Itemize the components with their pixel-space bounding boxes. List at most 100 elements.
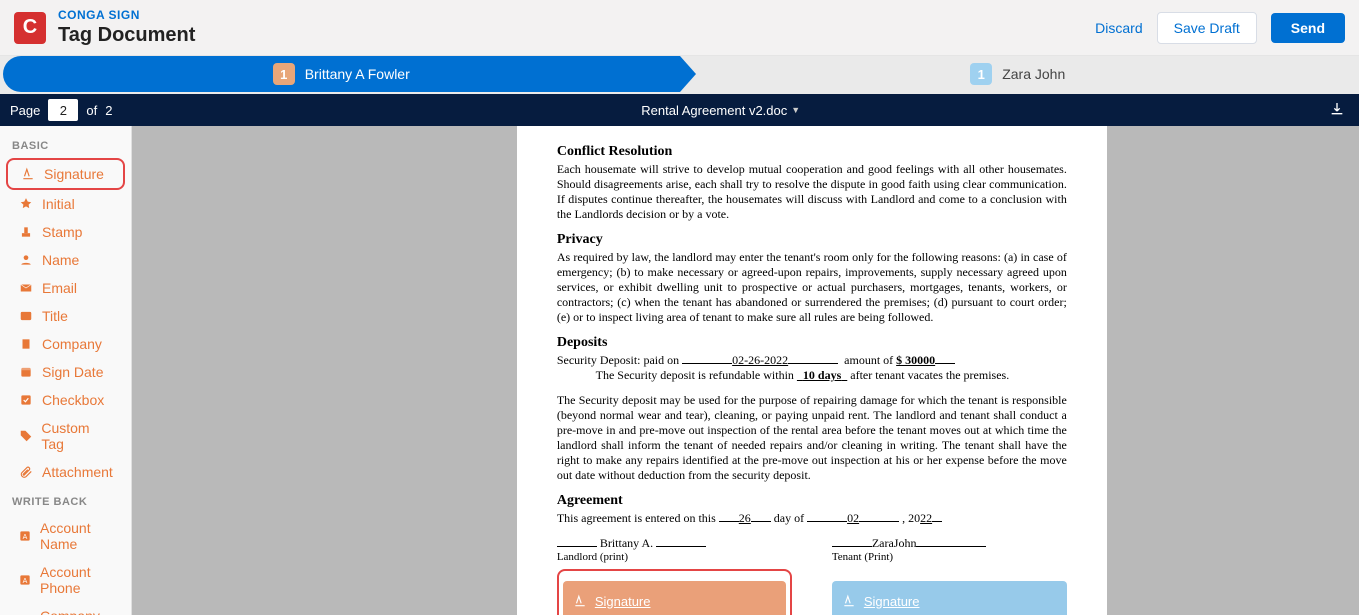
- sidebar: BASIC Signature Initial Stamp Name Email: [0, 126, 132, 615]
- signature-icon: [20, 167, 36, 181]
- doc-bar: Page of 2 Rental Agreement v2.doc ▼: [0, 94, 1359, 126]
- tenant-name: ZaraJohn: [872, 536, 917, 550]
- wb-account-name[interactable]: A Account Name: [6, 514, 125, 558]
- left-gutter: [132, 126, 412, 615]
- svg-text:A: A: [23, 534, 28, 541]
- wb-account-phone[interactable]: A Account Phone: [6, 558, 125, 602]
- dep-refund-post: after tenant vacates the premises.: [850, 368, 1009, 382]
- deposit-line: Security Deposit: paid on 02-26-2022 amo…: [557, 353, 1067, 383]
- tag-name[interactable]: Name: [6, 246, 125, 274]
- tenant-signature-field[interactable]: Signature: [832, 581, 1067, 615]
- dep-date: 02-26-2022: [732, 353, 788, 367]
- tag-email-label: Email: [42, 280, 77, 296]
- sidebar-scroll[interactable]: BASIC Signature Initial Stamp Name Email: [0, 126, 131, 615]
- agree-pre: This agreement is entered on this: [557, 511, 716, 525]
- page-wrap[interactable]: Conflict Resolution Each housemate will …: [412, 126, 1212, 615]
- app-name: CONGA SIGN: [58, 8, 1095, 22]
- tag-custom[interactable]: Custom Tag: [6, 414, 125, 458]
- id-icon: [18, 309, 34, 323]
- app-logo: C: [14, 12, 46, 44]
- download-icon: [1329, 101, 1345, 117]
- agree-month: 02: [847, 511, 859, 525]
- dep-label: Security Deposit: paid on: [557, 353, 679, 367]
- save-draft-button[interactable]: Save Draft: [1157, 12, 1257, 44]
- discard-button[interactable]: Discard: [1095, 20, 1142, 36]
- recipient-2[interactable]: 1 Zara John: [680, 56, 1357, 92]
- page-input[interactable]: [48, 99, 78, 121]
- main: BASIC Signature Initial Stamp Name Email: [0, 126, 1359, 615]
- heading-deposits: Deposits: [557, 335, 1067, 351]
- tag-icon: [18, 429, 33, 443]
- recipient-1-name: Brittany A Fowler: [305, 66, 410, 82]
- wb-account-name-label: Account Name: [40, 520, 113, 552]
- print-row: Brittany A. Landlord (print) ZaraJohn Te…: [557, 536, 1067, 563]
- tag-title[interactable]: Title: [6, 302, 125, 330]
- header-actions: Discard Save Draft Send: [1095, 12, 1345, 44]
- heading-agreement: Agreement: [557, 493, 1067, 509]
- tag-company[interactable]: Company: [6, 330, 125, 358]
- tag-attachment[interactable]: Attachment: [6, 458, 125, 486]
- agree-year: 22: [920, 511, 932, 525]
- signature-icon: [573, 594, 587, 608]
- signature-row: Signature Landlord Signature Signature: [557, 569, 1067, 615]
- send-button[interactable]: Send: [1271, 13, 1345, 43]
- tag-initial[interactable]: Initial: [6, 190, 125, 218]
- tag-signature[interactable]: Signature: [6, 158, 125, 190]
- heading-privacy: Privacy: [557, 232, 1067, 248]
- recipient-bar: 1 Brittany A Fowler 1 Zara John: [3, 56, 1356, 92]
- page-2: Conflict Resolution Each housemate will …: [517, 126, 1107, 615]
- a-icon: A: [18, 573, 32, 587]
- tag-title-label: Title: [42, 308, 68, 324]
- heading-conflict: Conflict Resolution: [557, 144, 1067, 160]
- wb-company-name-label: Company Name: [40, 608, 113, 615]
- landlord-signature-field-selected[interactable]: Signature: [557, 569, 792, 615]
- recipient-2-name: Zara John: [1002, 66, 1065, 82]
- download-button[interactable]: [1329, 101, 1359, 120]
- agree-year-prefix: , 20: [902, 511, 920, 525]
- landlord-signature-field[interactable]: Signature: [563, 581, 786, 615]
- agree-day-label: day of: [774, 511, 804, 525]
- dep-amount-label: amount of: [844, 353, 893, 367]
- of-label: of: [86, 103, 97, 118]
- wb-company-name[interactable]: A Company Name: [6, 602, 125, 615]
- recipient-1-badge: 1: [273, 63, 295, 85]
- signature-icon: [842, 594, 856, 608]
- page-nav: Page of 2: [0, 99, 112, 121]
- dep-refund-pre: The Security deposit is refundable withi…: [596, 368, 794, 382]
- tag-email[interactable]: Email: [6, 274, 125, 302]
- doc-name-dropdown[interactable]: Rental Agreement v2.doc ▼: [112, 103, 1329, 118]
- pin-icon: [18, 197, 34, 211]
- recipient-1[interactable]: 1 Brittany A Fowler: [3, 56, 680, 92]
- section-writeback: WRITE BACK: [0, 486, 131, 514]
- page-total: 2: [105, 103, 112, 118]
- svg-text:A: A: [23, 578, 28, 585]
- dep-refund-days: 10 days: [803, 368, 841, 382]
- page-label: Page: [10, 103, 40, 118]
- viewer: Conflict Resolution Each housemate will …: [132, 126, 1359, 615]
- title-block: CONGA SIGN Tag Document: [58, 8, 1095, 46]
- tag-stamp[interactable]: Stamp: [6, 218, 125, 246]
- tag-sign-date-label: Sign Date: [42, 364, 103, 380]
- agreement-line: This agreement is entered on this 26 day…: [557, 511, 1067, 526]
- tag-sign-date[interactable]: Sign Date: [6, 358, 125, 386]
- landlord-name: Brittany A.: [600, 536, 653, 550]
- tenant-signature-label: Signature: [864, 594, 920, 609]
- right-gutter: [1212, 126, 1359, 615]
- doc-name: Rental Agreement v2.doc: [641, 103, 787, 118]
- landlord-signature-label: Signature: [595, 594, 651, 609]
- a-icon: A: [18, 529, 32, 543]
- paperclip-icon: [18, 465, 34, 479]
- tag-attachment-label: Attachment: [42, 464, 113, 480]
- chevron-down-icon: ▼: [791, 105, 800, 115]
- para-conflict: Each housemate will strive to develop mu…: [557, 162, 1067, 222]
- agree-day: 26: [739, 511, 751, 525]
- tag-initial-label: Initial: [42, 196, 75, 212]
- person-icon: [18, 253, 34, 267]
- tag-stamp-label: Stamp: [42, 224, 82, 240]
- calendar-icon: [18, 365, 34, 379]
- tag-checkbox[interactable]: Checkbox: [6, 386, 125, 414]
- tag-custom-label: Custom Tag: [41, 420, 112, 452]
- dep-amount: $ 30000: [896, 353, 935, 367]
- para-deposits: The Security deposit may be used for the…: [557, 393, 1067, 483]
- wb-account-phone-label: Account Phone: [40, 564, 113, 596]
